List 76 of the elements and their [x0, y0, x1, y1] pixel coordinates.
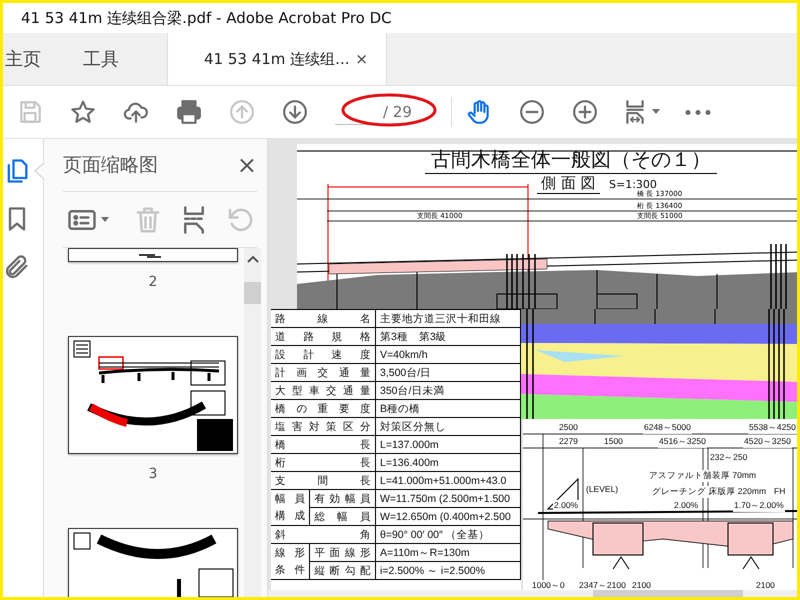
table-cell: 350台/日未満	[376, 382, 520, 400]
table-cell: L=137.000m	[376, 436, 520, 454]
dimension-label: 2100	[631, 580, 652, 590]
table-cell: 斜角	[271, 526, 376, 544]
table-cell: 幅員構成	[271, 490, 310, 526]
table-cell: 路線名	[271, 310, 376, 328]
dimension-label: アスファルト舗装厚 70mm	[648, 470, 757, 482]
table-cell: V=40km/h	[376, 346, 520, 364]
table-cell: 第3種 第3級	[376, 328, 520, 346]
caret-icon	[652, 109, 660, 115]
table-cell: 縦断勾配	[310, 562, 376, 580]
table-cell: 線形条件	[271, 544, 310, 580]
table-cell: 3,500台/日	[376, 364, 520, 382]
close-tab-button[interactable]: ×	[355, 50, 368, 68]
tab[interactable]: 41 53 41m 连续组... ×	[167, 33, 387, 85]
table-cell: 塩害対策区分	[271, 418, 376, 436]
page-count: / 29	[383, 103, 412, 121]
dimension-label: FH	[773, 486, 786, 496]
page-number: 3	[148, 466, 158, 482]
zoom-in-icon	[572, 99, 598, 125]
hand-icon	[466, 99, 492, 125]
printer-icon	[176, 99, 202, 125]
dimension-label: 5538～4250	[748, 422, 797, 434]
table-cell: 平面線形	[310, 544, 376, 562]
dimension-label: 2100	[755, 580, 776, 590]
window-title: 41 53 41m 连续组合梁.pdf - Adobe Acrobat Pro DC	[21, 8, 392, 28]
table-cell: 橋の重要度	[271, 400, 376, 418]
scale-label: S=1:300	[609, 178, 657, 191]
table-cell: 桁長	[271, 454, 376, 472]
view-title: 側 面 図	[537, 174, 600, 194]
table-cell: W=11.750m (2.500m+1.500	[376, 490, 520, 508]
page-thumbnail[interactable]	[68, 248, 238, 262]
table-cell: 設計速度	[271, 346, 376, 364]
arrow-down-circle-icon	[282, 99, 308, 125]
table-cell: B種の橋	[376, 400, 520, 418]
dimension-label: 2279	[558, 436, 579, 446]
table-cell: 橋長	[271, 436, 376, 454]
dimension-label: 2.00%	[553, 500, 580, 510]
table-cell: 大型車交通量	[271, 382, 376, 400]
table-cell: W=12.650m (0.400m+2.500	[376, 508, 520, 526]
star-icon	[70, 99, 96, 125]
dimension-label: 2500	[558, 422, 579, 432]
dimension-label: 6248～5000	[643, 422, 692, 434]
more-icon	[684, 110, 710, 114]
table-cell: L=136.400m	[376, 454, 520, 472]
table-cell: i=2.500% ～ i=2.500%	[376, 562, 520, 580]
table-cell: θ=90° 00′ 00″ （全基）	[376, 526, 520, 544]
dimension-label: 2.00%	[673, 500, 700, 510]
table-cell: 道路規格	[271, 328, 376, 346]
caret-icon	[101, 216, 109, 222]
dimension-label: 1.70～2.00%	[733, 500, 785, 512]
dimension-label: 1500	[603, 436, 624, 446]
scrollbar-thumb[interactable]	[593, 590, 743, 597]
close-panel-button[interactable]: ×	[236, 151, 257, 179]
dimension-label: 4520～3250	[743, 436, 792, 448]
table-cell: 対策区分無し	[376, 418, 520, 436]
table-cell: 支間長	[271, 472, 376, 490]
panel-title: 页面缩略图	[63, 153, 158, 178]
scrollbar-thumb[interactable]	[244, 282, 261, 304]
page-number: 2	[148, 274, 158, 290]
scroll-up-icon[interactable]	[246, 254, 258, 264]
zoom-out-icon	[518, 99, 544, 125]
tab[interactable]: 工具	[61, 33, 139, 85]
table-cell: 主要地方道三沢十和田線	[376, 310, 520, 328]
dimension-label: (LEVEL)	[585, 484, 620, 494]
table-cell: 計画交通量	[271, 364, 376, 382]
dimension-label: グレーチング 床版厚 220mm	[651, 486, 768, 498]
tab[interactable]: 主页	[3, 33, 61, 85]
table-cell: 総幅員	[310, 508, 376, 526]
drawing-title: 古間木橋全体一般図（その１）	[425, 146, 717, 174]
table-cell: 有効幅員	[310, 490, 376, 508]
table-cell: A=110m～R=130m	[376, 544, 520, 562]
page-thumbnail[interactable]	[68, 336, 238, 454]
dimension-label: 4516～3250	[658, 436, 707, 448]
table-cell: L=41.000m+51.000m+43.0	[376, 472, 520, 490]
arrow-up-circle-icon	[228, 99, 254, 125]
